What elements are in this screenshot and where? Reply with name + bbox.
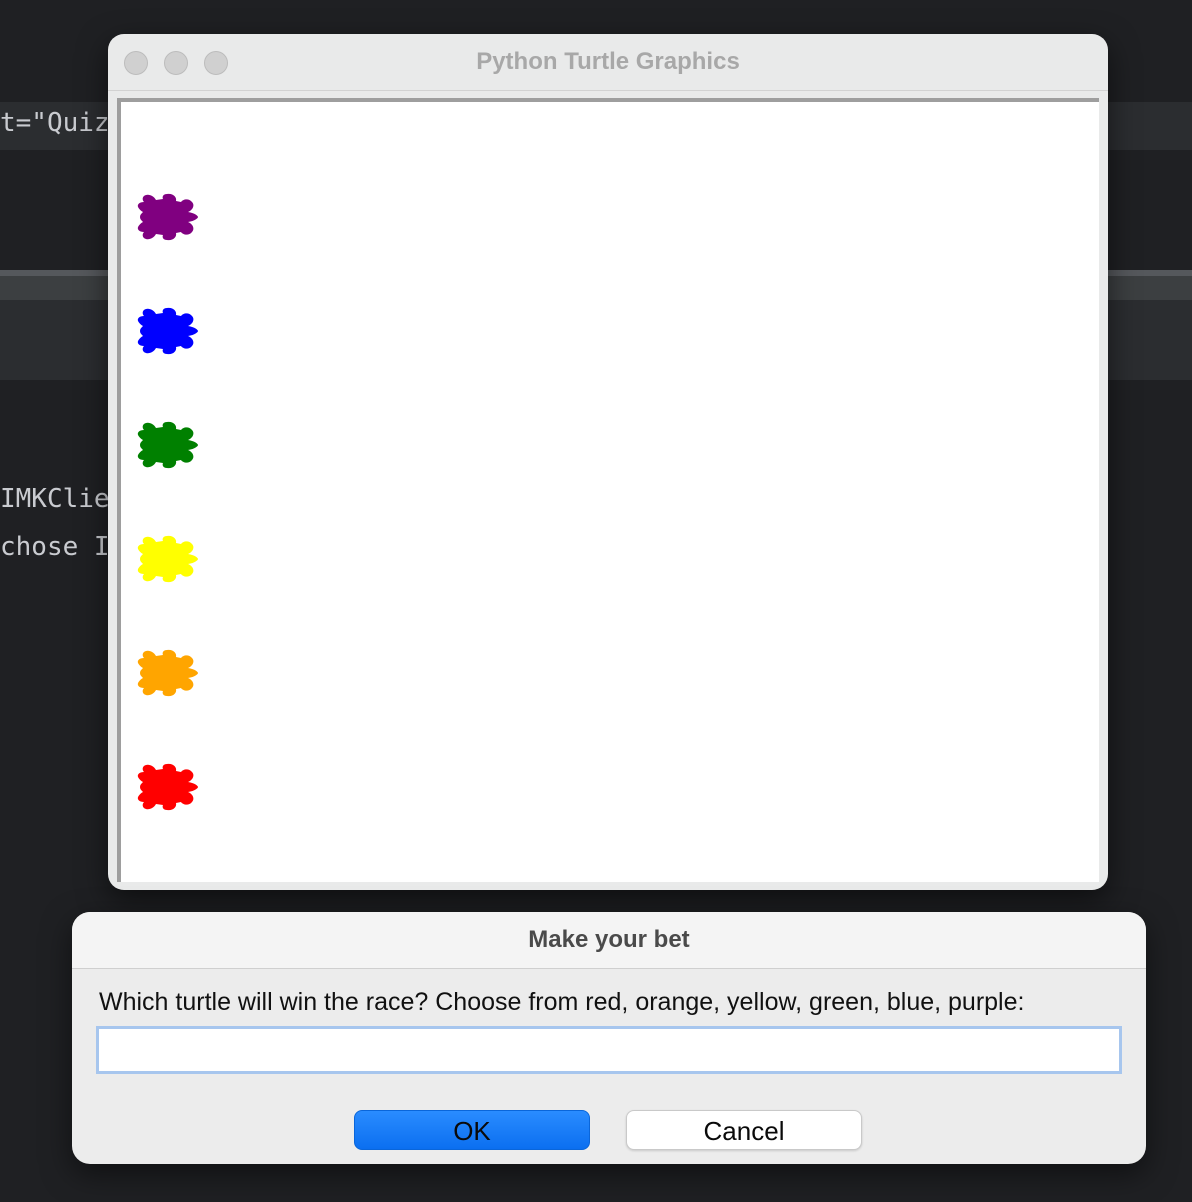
ide-code-fragment: t="Quiz xyxy=(0,108,110,138)
green-turtle-icon xyxy=(137,421,198,469)
bet-input[interactable] xyxy=(96,1026,1122,1074)
turtle-canvas[interactable] xyxy=(117,98,1099,882)
ide-console-fragment: chose I xyxy=(0,532,110,562)
red-turtle-icon xyxy=(137,763,198,811)
blue-turtle-icon xyxy=(137,307,198,355)
orange-turtle-icon xyxy=(137,649,198,697)
window-titlebar[interactable]: Python Turtle Graphics xyxy=(108,34,1108,91)
cancel-button[interactable]: Cancel xyxy=(626,1110,862,1150)
yellow-turtle-icon xyxy=(137,535,198,583)
turtle-graphics-window: Python Turtle Graphics xyxy=(108,34,1108,890)
dialog-prompt: Which turtle will win the race? Choose f… xyxy=(99,988,1025,1016)
dialog-titlebar[interactable]: Make your bet xyxy=(72,912,1146,969)
ok-button[interactable]: OK xyxy=(354,1110,590,1150)
dialog-title: Make your bet xyxy=(528,926,690,953)
bet-dialog: Make your bet Which turtle will win the … xyxy=(72,912,1146,1164)
purple-turtle-icon xyxy=(137,193,198,241)
ide-console-fragment: IMKClie xyxy=(0,484,110,514)
window-title: Python Turtle Graphics xyxy=(476,48,740,75)
